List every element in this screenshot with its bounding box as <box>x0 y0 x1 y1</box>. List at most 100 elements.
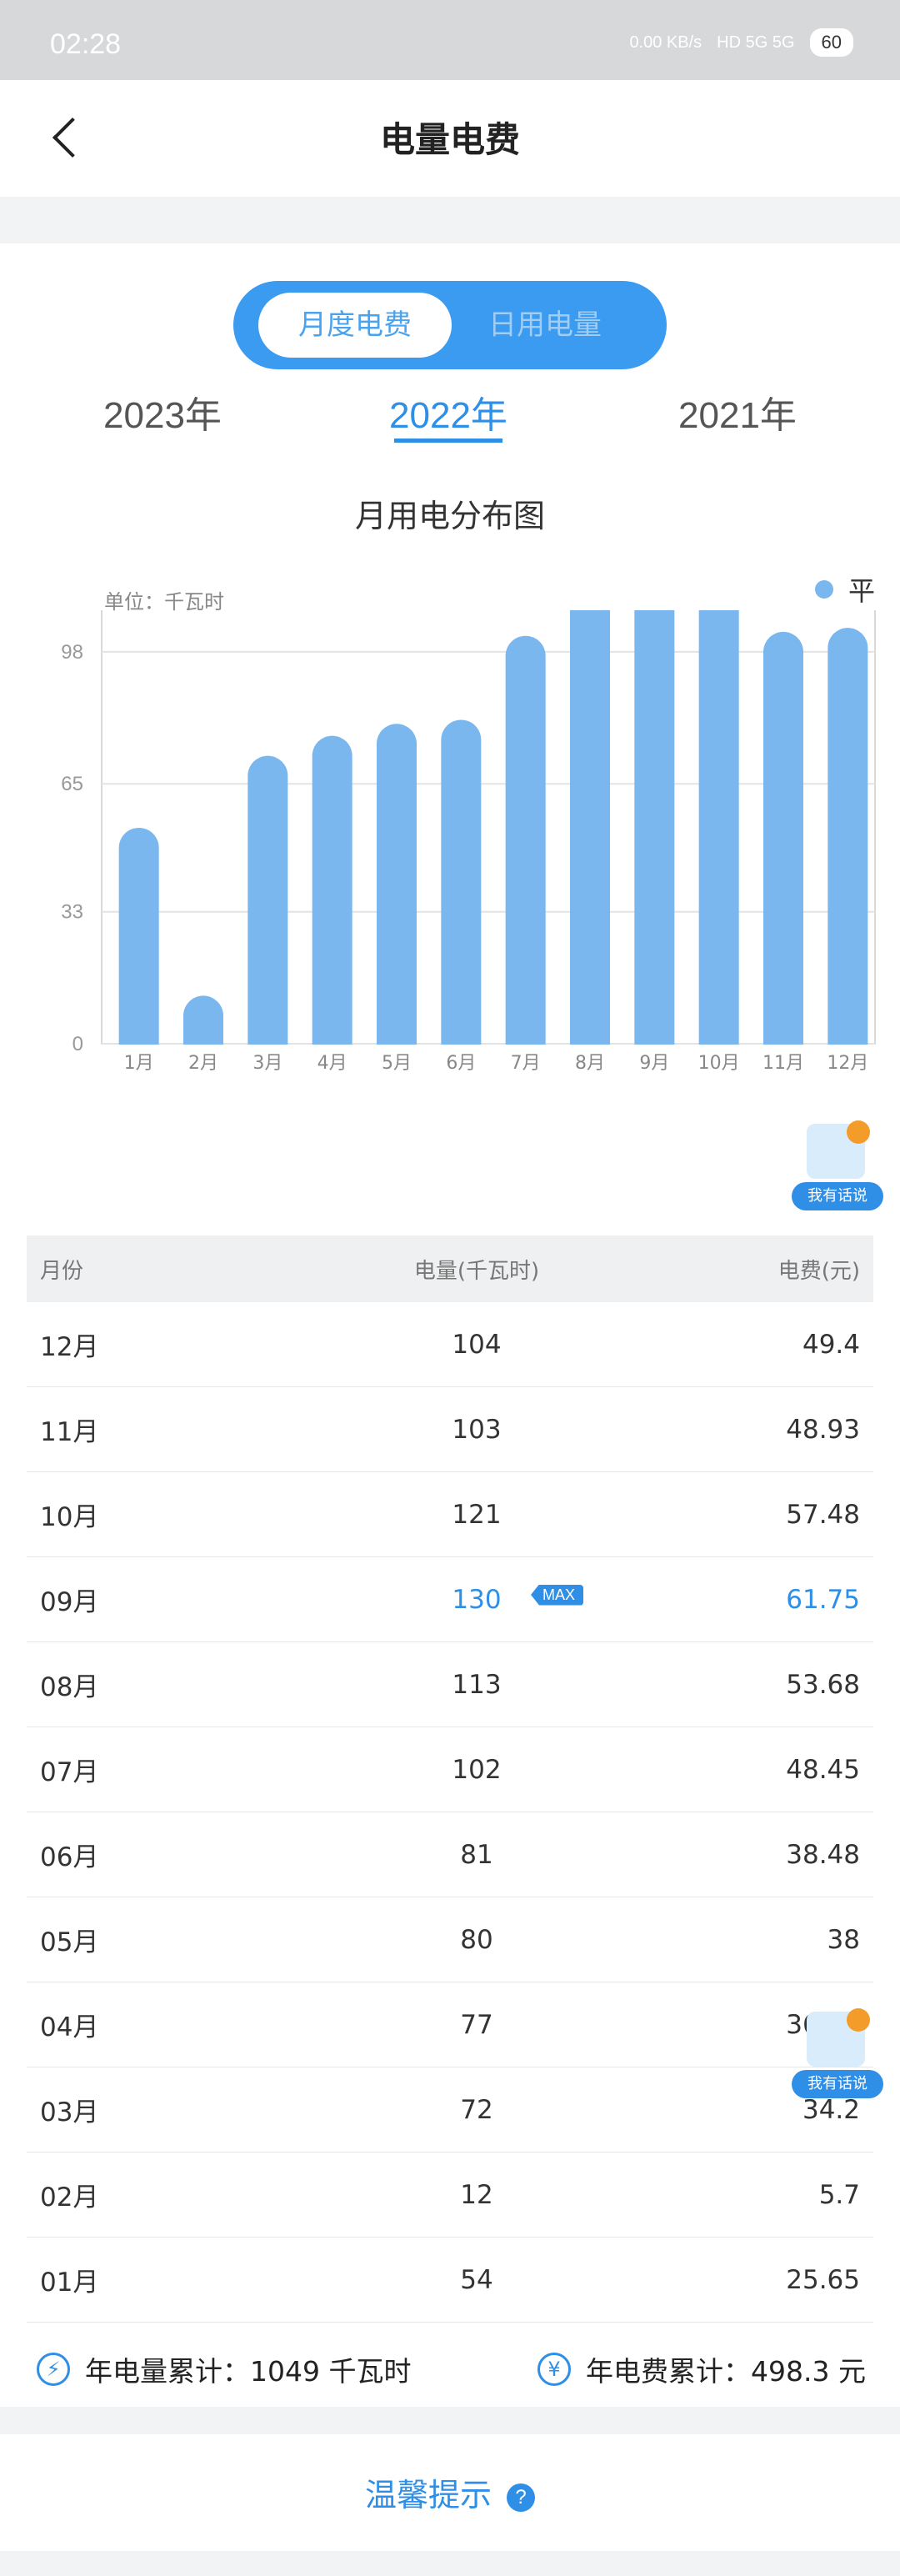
row-month-value: 10月 <box>40 1502 99 1532</box>
bar-8月 <box>570 610 610 1064</box>
feedback-icon <box>807 2008 870 2067</box>
row-energy: 103 <box>302 1415 652 1445</box>
tips-card: 温馨提示? <box>0 2434 900 2551</box>
bar-11月 <box>763 631 803 1064</box>
row-fee: 34.2 <box>652 2095 873 2125</box>
table-row: 04月7736.58 <box>27 1982 873 2067</box>
row-month-value: 07月 <box>40 1757 99 1787</box>
row-energy: 130 MAX <box>302 1584 652 1615</box>
row-fee-value: 49.4 <box>802 1329 860 1360</box>
year-tab-indicator <box>394 439 502 443</box>
row-energy-value: 12 <box>460 2179 493 2210</box>
y-tick-label: 98 <box>61 641 83 664</box>
row-fee-value: 48.45 <box>786 1754 860 1785</box>
net-speed: 0.00 KB/s <box>629 33 702 52</box>
row-month: 05月 <box>27 1921 302 1958</box>
row-energy: 113 <box>302 1670 652 1700</box>
bar-1月 <box>118 827 159 1064</box>
row-month-value: 05月 <box>40 1927 99 1957</box>
feedback-button-2[interactable]: 我有话说 <box>792 2007 883 2098</box>
feedback-button[interactable]: 我有话说 <box>792 1119 883 1210</box>
header-fee: 电费(元) <box>778 1258 860 1284</box>
chart-legend: 平 <box>814 570 875 609</box>
table-row: 10月 121 57.48 <box>27 1472 873 1557</box>
row-month: 12月 <box>27 1326 302 1363</box>
row-fee: 5.7 <box>652 2180 873 2210</box>
row-fee: 48.93 <box>652 1415 873 1445</box>
row-month: 08月 <box>27 1666 302 1703</box>
x-tick-label: 12月 <box>827 1053 868 1074</box>
row-energy-value: 54 <box>460 2264 493 2295</box>
row-month: 07月 <box>27 1751 302 1788</box>
row-fee: 38 <box>652 1925 873 1955</box>
x-tick-label: 1月 <box>124 1053 154 1074</box>
bar-10月 <box>698 610 739 1064</box>
tab-year-2023[interactable]: 2023年 <box>71 385 254 439</box>
row-fee: 61.75 <box>652 1585 873 1615</box>
feedback-label: 我有话说 <box>792 2070 883 2098</box>
bar-6月 <box>441 719 482 1064</box>
row-month: 03月 <box>27 2091 302 2128</box>
bar-5月 <box>377 724 417 1064</box>
row-fee-value: 57.48 <box>786 1499 860 1530</box>
row-fee-value: 61.75 <box>786 1584 860 1615</box>
row-energy-value: 121 <box>452 1499 502 1530</box>
table-row: 02月 12 5.7 <box>27 2153 873 2238</box>
row-energy: 81 <box>302 1840 652 1870</box>
row-fee-value: 48.93 <box>786 1414 860 1445</box>
row-month-value: 11月 <box>40 1417 99 1447</box>
x-tick-label: 3月 <box>252 1053 282 1074</box>
mode-toggle: 月度电费 日用电量 <box>233 281 667 369</box>
row-month-value: 12月 <box>40 1332 99 1362</box>
row-energy-value: 103 <box>452 1414 502 1445</box>
row-energy-value: 72 <box>460 2094 493 2125</box>
row-fee: 57.48 <box>652 1500 873 1530</box>
row-fee-value: 38 <box>827 1924 860 1955</box>
row-fee-value: 5.7 <box>818 2179 860 2210</box>
row-fee: 48.45 <box>652 1755 873 1785</box>
row-fee: 25.65 <box>652 2265 873 2295</box>
help-icon: ? <box>507 2483 535 2512</box>
signal-indicators: HD 5G 5G <box>717 33 795 52</box>
row-energy: 12 <box>302 2180 652 2210</box>
row-month-value: 08月 <box>40 1672 99 1702</box>
x-tick-label: 7月 <box>511 1053 541 1074</box>
row-month-value: 01月 <box>40 2268 99 2298</box>
row-energy-value: 130 <box>452 1584 502 1615</box>
row-fee: 53.68 <box>652 1670 873 1700</box>
row-fee: 38.48 <box>652 1840 873 1870</box>
x-tick-label: 8月 <box>575 1053 605 1074</box>
row-energy-value: 77 <box>460 2009 493 2040</box>
lightning-icon: ⚡ <box>37 2353 70 2386</box>
row-fee-value: 53.68 <box>786 1669 860 1700</box>
tab-monthly-fee[interactable]: 月度电费 <box>258 293 452 358</box>
yuan-icon: ¥ <box>538 2353 571 2386</box>
bar-12月 <box>828 628 868 1064</box>
tab-daily-usage[interactable]: 日用电量 <box>448 293 642 358</box>
table-row: 01月 54 25.65 <box>27 2238 873 2323</box>
row-energy-value: 81 <box>460 1839 493 1870</box>
tab-year-2022[interactable]: 2022年 <box>357 385 540 439</box>
row-month: 11月 <box>27 1411 302 1448</box>
row-month-value: 09月 <box>40 1587 99 1617</box>
row-month: 09月 <box>27 1581 302 1618</box>
x-tick-label: 10月 <box>698 1053 740 1074</box>
row-energy: 102 <box>302 1755 652 1785</box>
table-row: 12月 104 49.4 <box>27 1302 873 1387</box>
tab-year-2021[interactable]: 2021年 <box>646 385 829 439</box>
bar-3月 <box>248 755 288 1064</box>
table-row: 07月 102 48.45 <box>27 1727 873 1812</box>
row-energy: 72 <box>302 2095 652 2125</box>
row-energy: 77 <box>302 2010 652 2040</box>
usage-table: 月份 电量(千瓦时) 电费(元) 12月 104 49.4 11月 103 48.93 10… <box>27 1235 873 2323</box>
y-tick-label: 65 <box>61 773 83 795</box>
bar-9月 <box>634 610 675 1064</box>
row-month-value: 04月 <box>40 2012 99 2042</box>
table-row: 06月 81 38.48 <box>27 1812 873 1897</box>
table-row: 11月 103 48.93 <box>27 1387 873 1472</box>
header-energy: 电量(千瓦时) <box>413 1258 540 1284</box>
row-energy: 121 <box>302 1500 652 1530</box>
feedback-label: 我有话说 <box>792 1182 883 1210</box>
y-tick-label: 0 <box>72 1033 83 1055</box>
tips-link[interactable]: 温馨提示? <box>0 2469 900 2515</box>
